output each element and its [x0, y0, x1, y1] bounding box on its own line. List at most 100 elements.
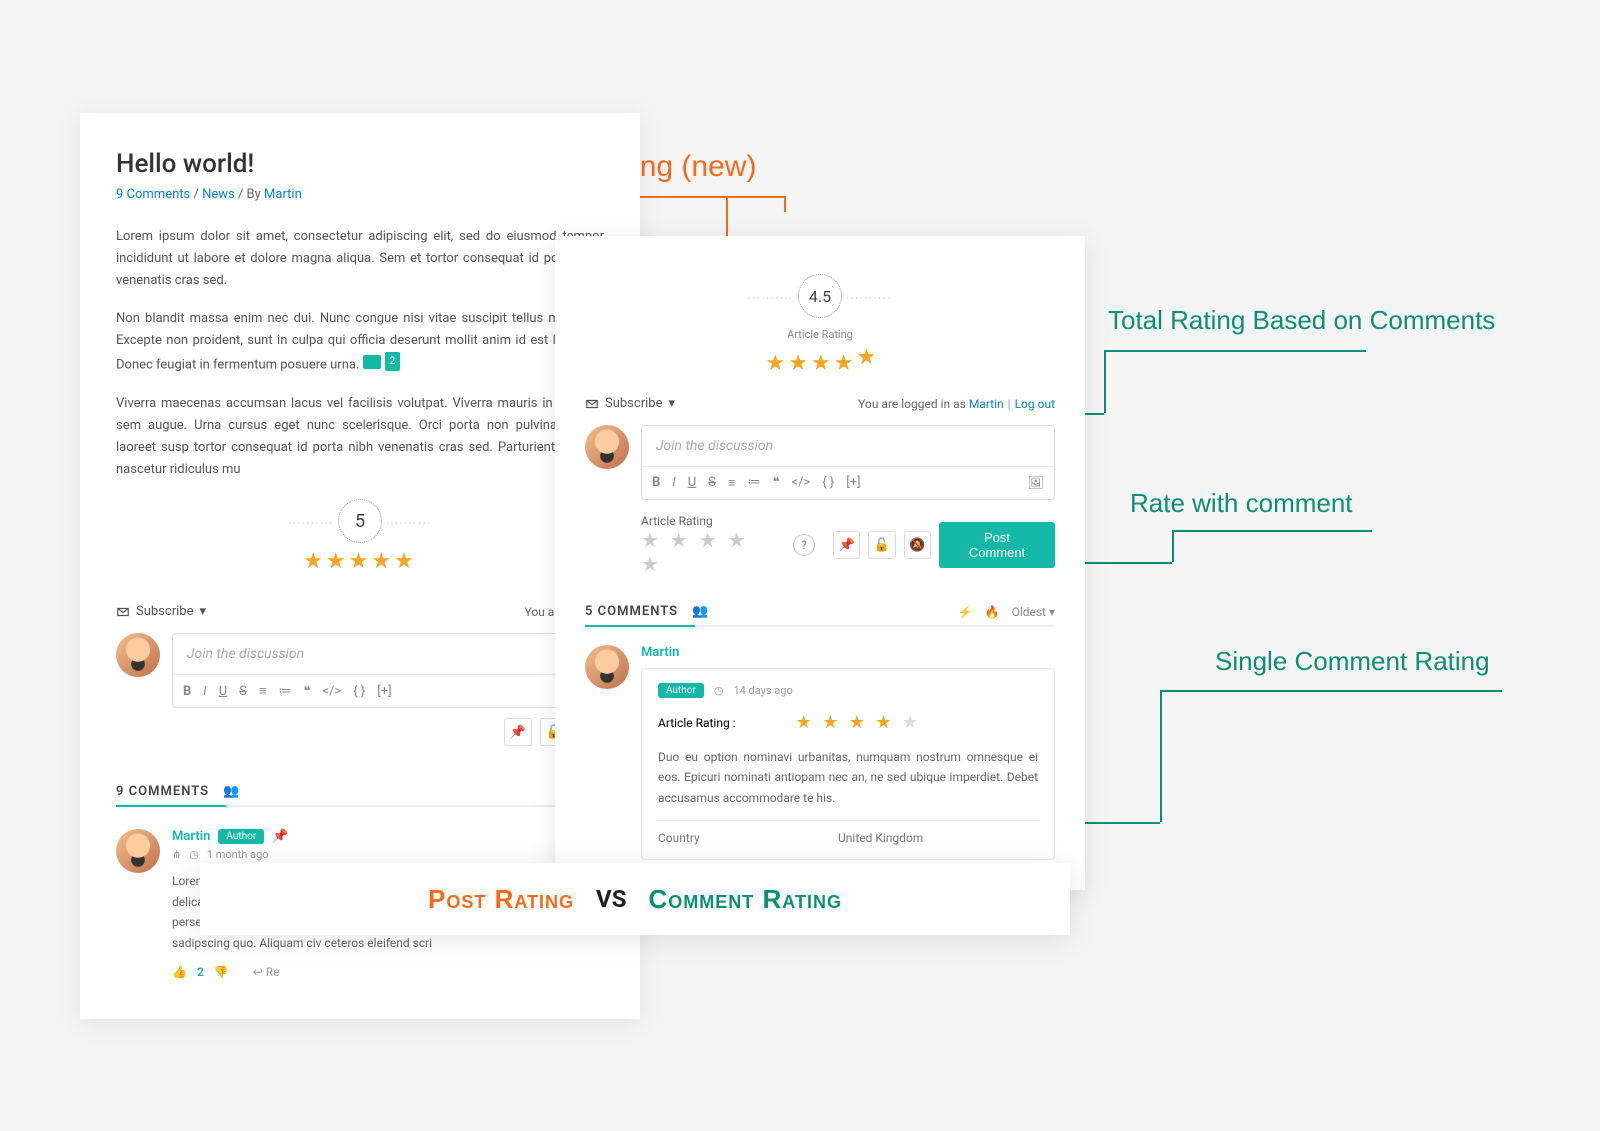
reply-button[interactable]: ↩ Re: [253, 965, 280, 979]
annotation-single-rating: Single Comment Rating: [1215, 646, 1490, 677]
underline-icon[interactable]: U: [688, 475, 696, 491]
commenter-name[interactable]: Martin: [641, 645, 679, 660]
author-badge: Author: [218, 829, 264, 844]
thumbs-down-icon[interactable]: 👎: [214, 965, 229, 979]
comment-rating-stars-icon: ★ ★ ★ ★ ★: [796, 712, 922, 733]
rating-stars-icon[interactable]: ★★★★: [766, 351, 857, 376]
editor-toolbar: B I U S ≡ ≔ ❝ </> { } [+] 🖼: [642, 466, 1054, 499]
bold-icon[interactable]: B: [183, 684, 191, 699]
article-paragraph: Lorem ipsum dolor sit amet, consectetur …: [116, 226, 604, 292]
comments-count-label: 9 COMMENTS: [116, 784, 209, 799]
avatar: [116, 633, 160, 677]
speech-bubble-icon: [363, 355, 381, 369]
pin-icon[interactable]: 📌: [504, 718, 532, 746]
codeblock-icon[interactable]: { }: [822, 475, 834, 491]
comment-input[interactable]: Join the discussion: [173, 634, 603, 674]
subscribe-button[interactable]: Subscribe ▾: [585, 396, 675, 411]
comment-time: 14 days ago: [733, 684, 792, 697]
comment-editor[interactable]: Join the discussion B I U S ≡ ≔ ❝ </> { …: [641, 425, 1055, 500]
comment-rating-label: Article Rating :: [658, 716, 736, 730]
users-icon[interactable]: 👥: [223, 784, 239, 799]
banner-vs: VS: [596, 885, 626, 913]
quote-icon[interactable]: ❝: [772, 475, 779, 491]
post-meta: 9 Comments / News / By Martin: [116, 187, 604, 202]
chevron-down-icon: ▾: [199, 604, 206, 619]
strike-icon[interactable]: S: [708, 475, 716, 491]
flame-icon[interactable]: 🔥: [985, 605, 1000, 619]
strike-icon[interactable]: S: [239, 684, 247, 699]
meta-comments-link[interactable]: 9 Comments: [116, 187, 190, 202]
editor-toolbar: B I U S ≡ ≔ ❝ </> { } [+]: [173, 674, 603, 707]
help-icon[interactable]: ?: [793, 534, 815, 556]
bold-icon[interactable]: B: [652, 475, 660, 491]
bolt-icon[interactable]: ⚡: [958, 605, 973, 619]
sort-dropdown[interactable]: Oldest: [1012, 605, 1055, 619]
logged-user-link[interactable]: Martin: [969, 397, 1004, 411]
envelope-icon: [585, 397, 599, 411]
article-rating-widget: ·········· 4.5 ·········· Article Rating…: [585, 274, 1055, 376]
ordered-list-icon[interactable]: ≡: [728, 475, 736, 491]
article-paragraph: Non blandit massa enim nec dui. Nunc con…: [116, 308, 604, 377]
banner-comment-rating: Comment Rating: [649, 884, 842, 915]
annotation-total-rating: Total Rating Based on Comments: [1108, 305, 1495, 336]
envelope-icon: [116, 605, 130, 619]
comparison-banner: Post Rating VS Comment Rating: [200, 863, 1070, 935]
italic-icon[interactable]: I: [203, 684, 206, 699]
thumbs-up-icon[interactable]: 👍: [172, 965, 187, 979]
more-icon[interactable]: [+]: [377, 684, 391, 699]
rating-stars-icon[interactable]: ★★★★★: [303, 549, 417, 574]
article-panel-right: ·········· 4.5 ·········· Article Rating…: [555, 236, 1085, 890]
custom-field-row: Country United Kingdom: [658, 820, 1038, 845]
field-label: Country: [658, 831, 838, 845]
lock-icon[interactable]: 🔓: [868, 531, 895, 559]
rating-label: Article Rating: [585, 328, 1055, 341]
login-status: You are logged in as Martin|Log out: [858, 397, 1055, 411]
code-icon[interactable]: </>: [791, 475, 810, 491]
underline-icon[interactable]: U: [219, 684, 227, 699]
quote-icon[interactable]: ❝: [303, 684, 310, 699]
post-comment-button[interactable]: Post Comment: [939, 522, 1055, 568]
rating-value-circle: 5: [338, 499, 382, 543]
rss-icon[interactable]: ⋔: [172, 848, 181, 861]
clock-icon: ◷: [714, 684, 724, 697]
unordered-list-icon[interactable]: ≔: [747, 475, 760, 491]
page-title: Hello world!: [116, 149, 604, 179]
comments-count-label: 5 COMMENTS: [585, 604, 678, 619]
pinned-icon: 📌: [272, 829, 288, 844]
avatar: [585, 425, 629, 469]
users-icon[interactable]: 👥: [692, 604, 708, 619]
comment-input[interactable]: Join the discussion: [642, 426, 1054, 466]
chevron-down-icon: ▾: [668, 396, 675, 411]
italic-icon[interactable]: I: [672, 475, 675, 491]
rating-dots-left: ··········: [288, 519, 334, 530]
annotation-rate-with: Rate with comment: [1130, 488, 1353, 519]
pin-icon[interactable]: 📌: [833, 531, 860, 559]
meta-category-link[interactable]: News: [202, 187, 235, 202]
commenter-name[interactable]: Martin: [172, 829, 210, 844]
subscribe-button[interactable]: Subscribe ▾: [116, 604, 206, 619]
avatar: [585, 645, 629, 689]
comment-time: 1 month ago: [207, 848, 269, 861]
avatar: [116, 829, 160, 873]
codeblock-icon[interactable]: { }: [353, 684, 365, 699]
comment-editor[interactable]: Join the discussion B I U S ≡ ≔ ❝ </> { …: [172, 633, 604, 708]
rate-input-stars[interactable]: ★ ★ ★ ★ ★: [641, 528, 775, 576]
rating-dots-right: ··········: [386, 519, 432, 530]
comment-text: Duo eu option nominavi urbanitas, numqua…: [658, 747, 1038, 808]
comments-list-header: 9 COMMENTS 👥 ❝❝ ⚡: [116, 784, 604, 807]
unordered-list-icon[interactable]: ≔: [278, 684, 291, 699]
inline-comment-count: 2: [385, 352, 401, 371]
code-icon[interactable]: </>: [322, 684, 341, 699]
article-paragraph: Viverra maecenas accumsan lacus vel faci…: [116, 393, 604, 481]
more-icon[interactable]: [+]: [846, 475, 860, 491]
comments-list-header: 5 COMMENTS 👥 ⚡ 🔥 Oldest: [585, 604, 1055, 627]
ordered-list-icon[interactable]: ≡: [259, 683, 267, 699]
image-upload-icon[interactable]: 🖼: [1027, 476, 1044, 491]
logout-link[interactable]: Log out: [1015, 397, 1055, 411]
field-value: United Kingdom: [838, 831, 923, 845]
clock-icon: ◷: [189, 848, 199, 861]
comment-item: Martin Author ◷ 14 days ago Article Rati…: [585, 645, 1055, 860]
inline-comment-badge[interactable]: 2: [363, 352, 401, 371]
mute-icon[interactable]: 🔕: [904, 531, 931, 559]
meta-author-link[interactable]: Martin: [264, 187, 302, 202]
